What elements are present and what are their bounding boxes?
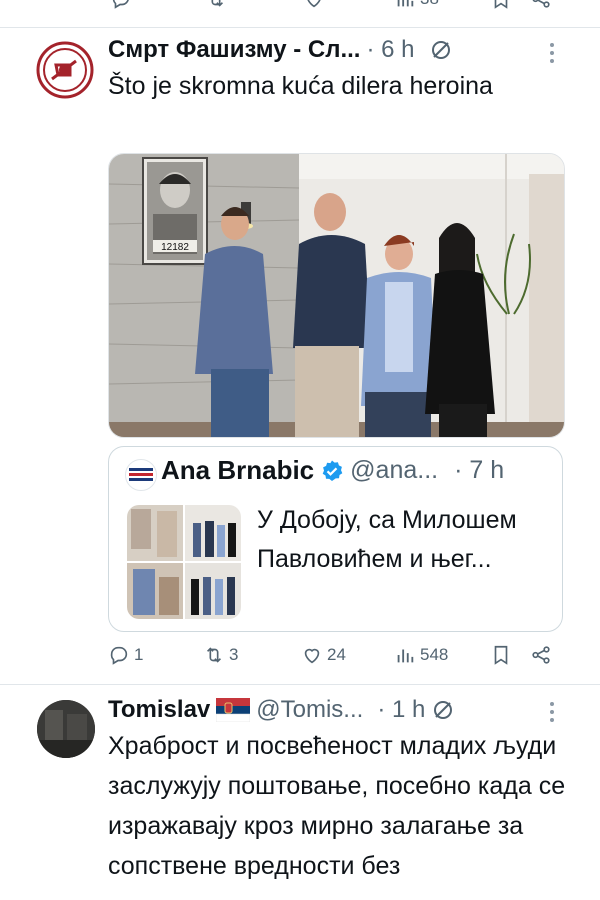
more-icon[interactable] bbox=[548, 700, 556, 724]
avatar[interactable] bbox=[36, 41, 94, 99]
bookmark-icon bbox=[494, 0, 508, 9]
like-icon bbox=[304, 648, 320, 664]
share-icon bbox=[532, 646, 550, 664]
quote-media-collage bbox=[127, 505, 241, 619]
like-button[interactable]: 24 bbox=[301, 644, 346, 666]
repost-icon bbox=[211, 0, 224, 7]
divider bbox=[0, 27, 600, 28]
quote-header: Ana Brnabic @ana... · 7 h bbox=[161, 455, 504, 486]
views-icon bbox=[397, 0, 414, 7]
quote-handle[interactable]: @ana... bbox=[350, 456, 438, 485]
reply-icon bbox=[112, 0, 129, 9]
views-button[interactable]: 38 bbox=[394, 0, 439, 10]
tweet-header: Смрт Фашизму - Сл... · 6 h bbox=[108, 36, 453, 64]
bookmark-icon bbox=[494, 645, 508, 665]
tweet-text: Храброст и посвећеност младих људи заслу… bbox=[108, 732, 566, 880]
share-button[interactable] bbox=[530, 644, 552, 666]
share-button[interactable] bbox=[530, 0, 552, 10]
grok-icon[interactable] bbox=[431, 698, 455, 722]
like-button[interactable] bbox=[303, 0, 325, 10]
quote-media[interactable] bbox=[127, 505, 241, 619]
grok-icon[interactable] bbox=[429, 38, 453, 62]
previous-tweet-actions: 38 bbox=[0, 0, 600, 16]
author-handle[interactable]: @Tomis... bbox=[256, 696, 363, 724]
share-icon bbox=[532, 0, 550, 8]
repost-icon bbox=[206, 647, 222, 663]
timestamp[interactable]: · 6 h bbox=[366, 36, 414, 64]
photo-number-label: 12182 bbox=[161, 242, 189, 253]
serbia-flag-icon bbox=[216, 698, 251, 722]
sns-logo-icon bbox=[129, 468, 153, 481]
bookmark-button[interactable] bbox=[490, 644, 512, 666]
bookmark-button[interactable] bbox=[490, 0, 512, 10]
photo-image: 12182 bbox=[109, 154, 564, 437]
verified-icon bbox=[322, 460, 343, 481]
avatar-image bbox=[37, 700, 95, 758]
reply-icon bbox=[110, 646, 128, 665]
tweet-actions: 1 3 24 548 bbox=[108, 644, 558, 674]
reply-count: 1 bbox=[134, 645, 144, 664]
timestamp[interactable]: · 1 h bbox=[377, 696, 425, 724]
quote-avatar[interactable] bbox=[125, 459, 157, 491]
quote-text: У Добоју, са Милошем Павловићем и њег... bbox=[257, 506, 517, 573]
views-icon bbox=[397, 649, 414, 663]
views-count: 38 bbox=[420, 0, 439, 9]
author-name[interactable]: Tomislav bbox=[108, 696, 210, 724]
repost-count: 3 bbox=[229, 645, 239, 664]
reply-button[interactable]: 1 bbox=[108, 644, 143, 666]
reply-button[interactable] bbox=[110, 0, 132, 10]
more-icon[interactable] bbox=[548, 41, 556, 65]
avatar[interactable] bbox=[37, 700, 95, 758]
quote-timestamp[interactable]: · 7 h bbox=[454, 456, 504, 485]
tweet-text: Što je skromna kuća dilera heroina bbox=[108, 72, 493, 100]
views-button[interactable]: 548 bbox=[394, 644, 448, 666]
repost-button[interactable]: 3 bbox=[203, 644, 238, 666]
tweet-photo[interactable]: 12182 bbox=[108, 153, 565, 438]
like-count: 24 bbox=[327, 645, 346, 664]
like-icon bbox=[307, 0, 321, 8]
antifa-logo-icon bbox=[36, 41, 94, 99]
views-count: 548 bbox=[420, 645, 449, 664]
divider bbox=[0, 684, 600, 685]
tweet-header: Tomislav @Tomis... · 1 h bbox=[108, 696, 455, 724]
quote-author[interactable]: Ana Brnabic bbox=[161, 455, 314, 486]
quoted-tweet[interactable]: Ana Brnabic @ana... · 7 h У Добоју, са М… bbox=[108, 446, 563, 632]
author-name[interactable]: Смрт Фашизму - Сл... bbox=[108, 36, 360, 64]
repost-button[interactable] bbox=[205, 0, 227, 10]
